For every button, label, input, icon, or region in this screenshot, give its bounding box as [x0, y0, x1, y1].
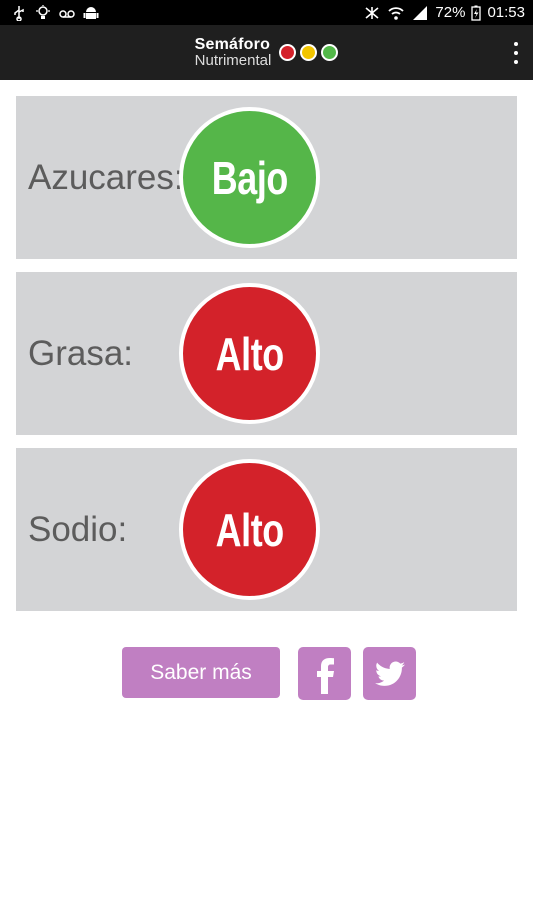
- signal-icon: [411, 5, 429, 21]
- app-bar: Semáforo Nutrimental: [0, 25, 533, 80]
- facebook-share-button[interactable]: [298, 647, 351, 700]
- status-notifications: [0, 4, 100, 21]
- battery-percent: 72%: [435, 4, 466, 21]
- facebook-icon: [316, 657, 334, 694]
- traffic-light-icon: [279, 44, 339, 61]
- android-icon: [82, 5, 100, 21]
- level-badge: Bajo: [179, 107, 320, 248]
- voicemail-icon: [58, 5, 76, 21]
- nutrient-card-azucares: Azucares: Bajo: [16, 96, 517, 259]
- level-badge: Alto: [179, 283, 320, 424]
- nutrient-label: Sodio:: [28, 509, 128, 549]
- twitter-icon: [374, 661, 405, 686]
- status-bar: 72% 01:53: [0, 0, 533, 25]
- nutrient-card-sodio: Sodio: Alto: [16, 448, 517, 611]
- nutrient-label: Grasa:: [28, 333, 134, 373]
- wifi-icon: [387, 5, 405, 21]
- logo-subtitle: Nutrimental: [194, 52, 272, 69]
- usb-icon: [10, 5, 28, 21]
- lightbulb-icon: [34, 4, 52, 21]
- level-badge: Alto: [179, 459, 320, 600]
- status-system: 72% 01:53: [363, 4, 533, 21]
- twitter-share-button[interactable]: [363, 647, 416, 700]
- overflow-menu-icon[interactable]: [511, 42, 521, 64]
- level-text: Bajo: [211, 151, 288, 204]
- red-dot: [279, 44, 297, 61]
- nfc-off-icon: [363, 5, 381, 21]
- logo-title: Semáforo: [194, 36, 271, 53]
- nutrient-card-grasa: Grasa: Alto: [16, 272, 517, 435]
- saber-mas-button[interactable]: Saber más: [122, 647, 280, 698]
- app-logo: Semáforo Nutrimental: [195, 37, 339, 68]
- yellow-dot: [300, 44, 318, 61]
- nutrient-label: Azucares:: [28, 157, 184, 197]
- green-dot: [321, 44, 339, 61]
- clock: 01:53: [487, 4, 525, 21]
- level-text: Alto: [215, 327, 284, 380]
- logo-text: Semáforo Nutrimental: [194, 36, 272, 69]
- level-text: Alto: [215, 503, 284, 556]
- battery-charging-icon: [471, 5, 482, 21]
